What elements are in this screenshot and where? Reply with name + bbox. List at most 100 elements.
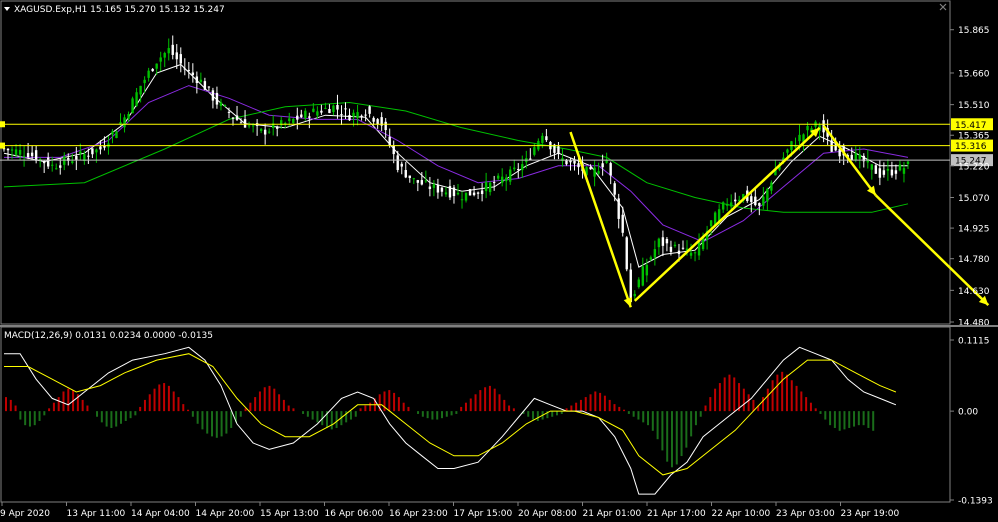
- price-tick-label: 15.510: [958, 101, 990, 111]
- candle-body: [372, 117, 375, 122]
- candle-body: [830, 140, 833, 152]
- candle-body: [758, 203, 761, 206]
- candle-body: [247, 125, 251, 127]
- candle-body: [689, 252, 693, 256]
- candle-body: [199, 79, 203, 82]
- candle-body: [492, 182, 496, 184]
- time-tick-label: 21 Apr 17:00: [647, 509, 706, 519]
- level-price-label: 15.316: [955, 142, 987, 152]
- candle-body: [99, 146, 102, 150]
- candle-body: [159, 57, 162, 62]
- candle-body: [235, 115, 239, 120]
- macd-title: MACD(12,26,9) 0.0131 0.0234 0.0000 -0.01…: [4, 331, 213, 341]
- candle-body: [243, 119, 247, 128]
- candle-body: [693, 252, 697, 254]
- candle-body: [468, 189, 472, 196]
- candle-body: [404, 170, 407, 178]
- candle-body: [601, 163, 604, 168]
- candle-body: [312, 108, 315, 112]
- candle-body: [135, 92, 138, 106]
- candle-body: [452, 187, 456, 197]
- candle-body: [766, 188, 769, 202]
- candle-body: [171, 44, 174, 55]
- macd-tick-label: 0.1115: [958, 337, 990, 347]
- price-tick-label: 15.365: [958, 132, 990, 142]
- candle-body: [641, 266, 645, 286]
- candle-body: [420, 180, 424, 185]
- price-tick-label: 15.220: [958, 162, 990, 172]
- candle-body: [316, 111, 319, 116]
- time-tick-label: 23 Apr 19:00: [841, 509, 900, 519]
- candle-body: [432, 184, 436, 188]
- candle-body: [750, 196, 753, 202]
- candle-body: [609, 163, 612, 176]
- candle-body: [344, 108, 347, 110]
- candle-body: [360, 115, 363, 118]
- candle-body: [456, 192, 460, 195]
- candle-body: [858, 154, 861, 159]
- time-tick-label: 14 Apr 04:00: [131, 509, 190, 519]
- time-tick-label: 15 Apr 13:00: [260, 509, 319, 519]
- candle-body: [557, 146, 560, 154]
- candle-body: [324, 107, 327, 109]
- time-tick-label: 23 Apr 03:00: [776, 509, 835, 519]
- candle-body: [681, 247, 685, 249]
- level-anchor[interactable]: [0, 121, 5, 128]
- candle-body: [292, 118, 295, 124]
- candle-body: [267, 131, 271, 133]
- time-tick-label: 13 Apr 11:00: [67, 509, 126, 519]
- candle-body: [428, 186, 432, 190]
- candle-body: [633, 293, 636, 297]
- candle-body: [139, 85, 142, 95]
- macd-tick-label: 0.00: [958, 408, 978, 418]
- candle-body: [187, 69, 191, 71]
- candle-body: [617, 198, 620, 219]
- candle-body: [589, 167, 592, 170]
- price-tick-label: 14.925: [958, 225, 990, 235]
- candle-body: [263, 129, 267, 135]
- candle-body: [348, 115, 351, 121]
- candle-body: [195, 76, 199, 83]
- candle-body: [340, 114, 343, 116]
- candle-body: [709, 220, 713, 227]
- candle-body: [725, 203, 729, 206]
- candle-body: [14, 149, 18, 155]
- candle-body: [665, 238, 669, 244]
- candle-body: [151, 68, 154, 72]
- candle-body: [131, 98, 134, 114]
- price-tick-label: 14.630: [958, 287, 990, 297]
- candle-body: [545, 136, 548, 141]
- candle-body: [71, 161, 74, 163]
- candle-body: [239, 122, 243, 124]
- time-tick-label: 20 Apr 08:00: [518, 509, 577, 519]
- level-anchor[interactable]: [0, 142, 5, 149]
- time-tick-label: 9 Apr 2020: [0, 509, 50, 519]
- candle-body: [103, 145, 106, 148]
- time-tick-label: 14 Apr 20:00: [196, 509, 255, 519]
- candle-body: [111, 131, 114, 135]
- price-tick-label: 14.780: [958, 255, 990, 265]
- candle-body: [613, 183, 616, 195]
- candle-body: [183, 68, 186, 70]
- candle-body: [496, 175, 500, 179]
- candle-body: [854, 153, 857, 161]
- candle-body: [448, 186, 452, 198]
- candle-body: [529, 158, 532, 160]
- candle-body: [657, 238, 661, 248]
- candle-body: [143, 79, 146, 84]
- candle-body: [597, 171, 600, 174]
- candle-body: [392, 145, 395, 155]
- candle-body: [167, 48, 170, 54]
- candle-body: [621, 214, 624, 233]
- candle-body: [500, 176, 504, 183]
- candle-body: [6, 148, 10, 151]
- candle-body: [87, 155, 90, 157]
- candle-body: [63, 156, 66, 165]
- candle-body: [697, 242, 701, 256]
- time-tick-label: 17 Apr 15:00: [454, 509, 513, 519]
- trading-chart[interactable]: 15.41715.31615.247 15.86515.66015.51015.…: [0, 0, 998, 522]
- candle-body: [396, 155, 399, 170]
- candle-body: [870, 164, 874, 170]
- candle-body: [673, 244, 677, 247]
- candle-body: [384, 121, 387, 131]
